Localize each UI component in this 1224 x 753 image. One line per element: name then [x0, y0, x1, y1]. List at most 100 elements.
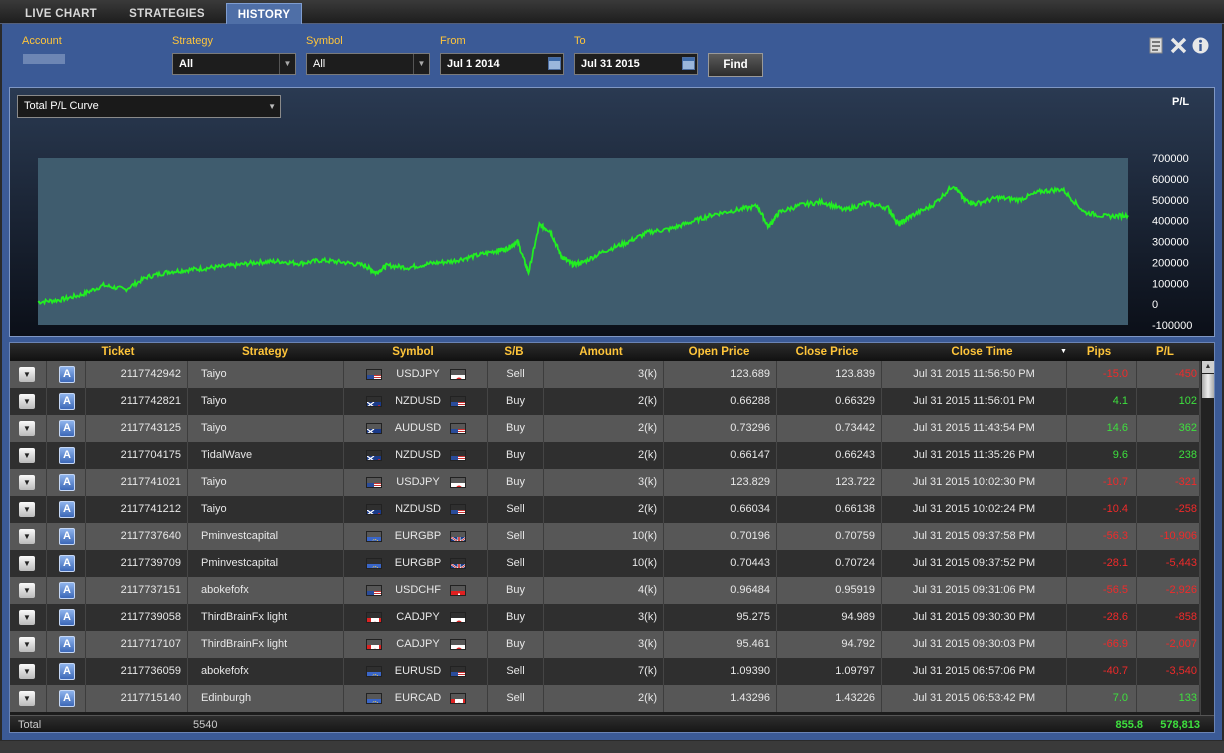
symbol-text: CADJPY [396, 638, 440, 650]
from-date-field[interactable]: Jul 1 2014 [440, 53, 564, 75]
row-menu-icon[interactable]: ▼ [19, 448, 35, 463]
cell-pips: -40.7 [1067, 658, 1137, 685]
row-menu-icon[interactable]: ▼ [19, 691, 35, 706]
row-menu-icon[interactable]: ▼ [19, 556, 35, 571]
row-menu-icon[interactable]: ▼ [19, 502, 35, 517]
cell-ticket: 2117742942 [86, 361, 188, 388]
flag-gb-icon [450, 531, 466, 542]
table-row[interactable]: ▼ A 2117743125 Taiyo AUDUSD Buy 2(k) 0.73296 0.7… [10, 415, 1200, 442]
analysis-icon[interactable]: A [59, 663, 75, 680]
cell-open: 123.829 [664, 469, 777, 496]
analysis-icon[interactable]: A [59, 447, 75, 464]
analysis-icon[interactable]: A [59, 528, 75, 545]
row-expand-cell: ▼ [10, 415, 47, 442]
symbol-select-value: All [313, 58, 326, 70]
to-date-field[interactable]: Jul 31 2015 [574, 53, 698, 75]
analysis-icon[interactable]: A [59, 582, 75, 599]
chevron-down-icon: ▼ [413, 54, 429, 74]
row-expand-cell: ▼ [10, 631, 47, 658]
row-menu-icon[interactable]: ▼ [19, 367, 35, 382]
cell-ticket: 2117715140 [86, 685, 188, 712]
analysis-icon[interactable]: A [59, 366, 75, 383]
cell-pips: -15.0 [1067, 361, 1137, 388]
tab-history[interactable]: HISTORY [226, 3, 302, 24]
row-expand-cell: ▼ [10, 550, 47, 577]
table-row[interactable]: ▼ A 2117737151 abokefofx USDCHF Buy 4(k) 0.9648… [10, 577, 1200, 604]
table-row[interactable]: ▼ A 2117741212 Taiyo NZDUSD Sell 2(k) 0.66034 0.… [10, 496, 1200, 523]
scroll-thumb[interactable] [1202, 374, 1214, 398]
row-menu-icon[interactable]: ▼ [19, 394, 35, 409]
flag-eu-icon [366, 693, 382, 704]
column-header-ticket[interactable]: Ticket [88, 343, 148, 361]
analysis-icon[interactable]: A [59, 555, 75, 572]
analysis-icon[interactable]: A [59, 690, 75, 707]
cell-strategy: abokefofx [189, 577, 344, 604]
chart-type-select[interactable]: Total P/L Curve ▼ [17, 95, 281, 118]
row-menu-icon[interactable]: ▼ [19, 664, 35, 679]
symbol-text: NZDUSD [395, 503, 441, 515]
column-header-symbol[interactable]: Symbol [378, 343, 448, 361]
column-header-amount[interactable]: Amount [566, 343, 636, 361]
analysis-icon[interactable]: A [59, 501, 75, 518]
symbol-cell: EURUSD [344, 658, 488, 685]
excel-export-icon[interactable] [1170, 37, 1187, 54]
scroll-up-icon[interactable]: ▲ [1202, 361, 1214, 373]
analysis-icon[interactable]: A [59, 474, 75, 491]
strategy-select[interactable]: All ▼ [172, 53, 296, 75]
sort-desc-icon[interactable]: ▼ [1060, 343, 1067, 361]
column-header-strategy[interactable]: Strategy [225, 343, 305, 361]
row-menu-icon[interactable]: ▼ [19, 637, 35, 652]
table-row[interactable]: ▼ A 2117741021 Taiyo USDJPY Buy 3(k) 123.829 123… [10, 469, 1200, 496]
analysis-icon[interactable]: A [59, 609, 75, 626]
calendar-icon[interactable] [548, 57, 561, 70]
cell-sb: Buy [488, 469, 544, 496]
find-button[interactable]: Find [708, 53, 763, 77]
symbol-cell: USDCHF [344, 577, 488, 604]
table-row[interactable]: ▼ A 2117715140 Edinburgh EURCAD Sell 2(k) 1.432… [10, 685, 1200, 712]
vertical-scrollbar[interactable]: ▲ [1200, 361, 1214, 715]
cell-close: 0.70724 [777, 550, 882, 577]
cell-time: Jul 31 2015 06:57:06 PM [882, 658, 1067, 685]
row-menu-icon[interactable]: ▼ [19, 421, 35, 436]
column-header-time[interactable]: Close Time [922, 343, 1042, 361]
calendar-icon[interactable] [682, 57, 695, 70]
analysis-icon[interactable]: A [59, 393, 75, 410]
column-header-pips[interactable]: Pips [1074, 343, 1124, 361]
table-row[interactable]: ▼ A 2117739709 Pminvestcapital EURGBP Sell 10(… [10, 550, 1200, 577]
flag-jp-icon [450, 639, 466, 650]
tab-live-chart[interactable]: LIVE CHART [12, 3, 110, 24]
pdf-export-icon[interactable] [1148, 37, 1165, 54]
column-header-pl[interactable]: P/L [1140, 343, 1190, 361]
table-row[interactable]: ▼ A 2117717107 ThirdBrainFx light CADJPY Buy 3… [10, 631, 1200, 658]
column-header-sb[interactable]: S/B [494, 343, 534, 361]
table-row[interactable]: ▼ A 2117704175 TidalWave NZDUSD Buy 2(k) 0.6614… [10, 442, 1200, 469]
analysis-icon[interactable]: A [59, 636, 75, 653]
flag-us-icon [366, 585, 382, 596]
row-analysis-cell: A [47, 685, 86, 712]
table-row[interactable]: ▼ A 2117742942 Taiyo USDJPY Sell 3(k) 123.689 12… [10, 361, 1200, 388]
cell-sb: Buy [488, 415, 544, 442]
row-expand-cell: ▼ [10, 361, 47, 388]
row-menu-icon[interactable]: ▼ [19, 583, 35, 598]
table-row[interactable]: ▼ A 2117736059 abokefofx EURUSD Sell 7(k) 1.093… [10, 658, 1200, 685]
flag-gb-icon [450, 558, 466, 569]
cell-pips: -28.6 [1067, 604, 1137, 631]
analysis-icon[interactable]: A [59, 420, 75, 437]
tab-strategies[interactable]: STRATEGIES [118, 3, 216, 24]
pl-curve-chart: 700000 600000 500000 400000 300000 200000 1000… [37, 153, 1192, 332]
row-menu-icon[interactable]: ▼ [19, 610, 35, 625]
row-menu-icon[interactable]: ▼ [19, 475, 35, 490]
symbol-cell: NZDUSD [344, 388, 488, 415]
cell-open: 0.66288 [664, 388, 777, 415]
table-row[interactable]: ▼ A 2117739058 ThirdBrainFx light CADJPY Buy 3… [10, 604, 1200, 631]
column-header-close[interactable]: Close Price [782, 343, 872, 361]
cell-pl: -5,443 [1137, 550, 1200, 577]
symbol-select[interactable]: All ▼ [306, 53, 430, 75]
row-menu-icon[interactable]: ▼ [19, 529, 35, 544]
table-row[interactable]: ▼ A 2117742821 Taiyo NZDUSD Buy 2(k) 0.66288 0.6… [10, 388, 1200, 415]
column-header-open[interactable]: Open Price [674, 343, 764, 361]
table-row[interactable]: ▼ A 2117737640 Pminvestcapital EURGBP Sell 10(… [10, 523, 1200, 550]
flag-us-icon [450, 450, 466, 461]
row-expand-cell: ▼ [10, 496, 47, 523]
info-icon[interactable] [1192, 37, 1209, 54]
